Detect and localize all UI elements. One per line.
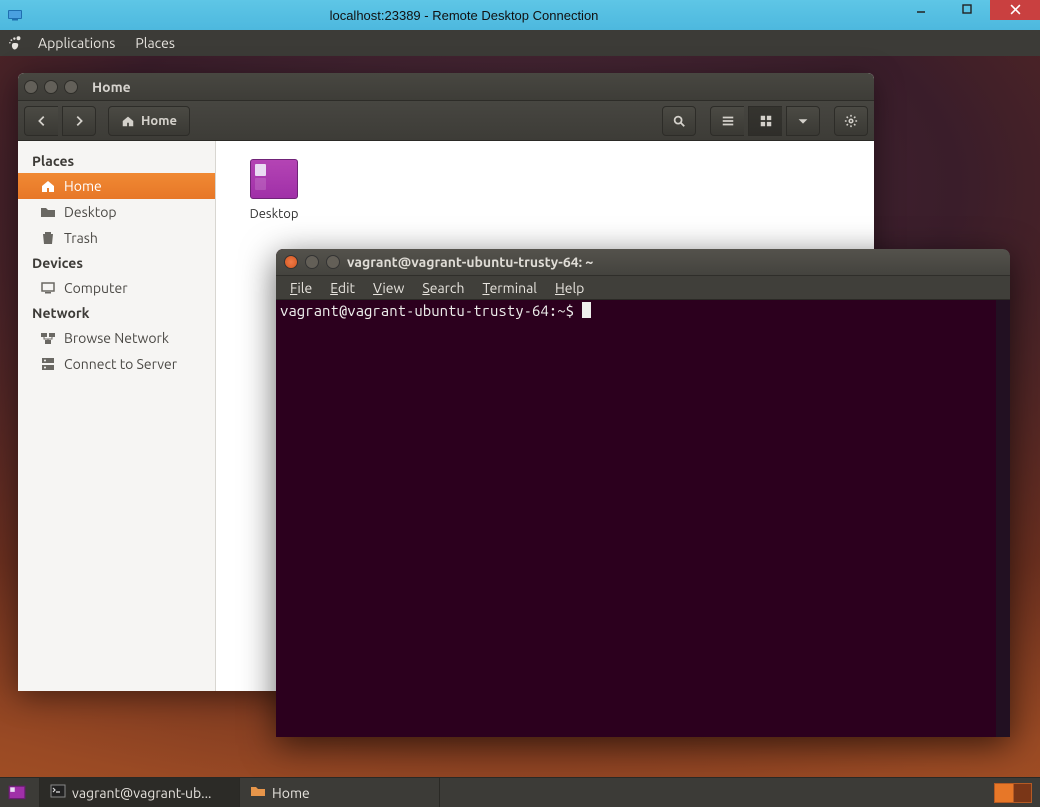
terminal-window-title: vagrant@vagrant-ubuntu-trusty-64: ~ xyxy=(347,254,593,270)
workspace-switcher[interactable] xyxy=(994,783,1032,803)
terminal-menu-help[interactable]: Help xyxy=(547,278,592,298)
rdp-app-icon xyxy=(0,7,30,23)
folder-icon xyxy=(40,204,56,220)
terminal-task-icon xyxy=(50,783,66,802)
terminal-body[interactable]: vagrant@vagrant-ubuntu-trusty-64:~$ xyxy=(276,300,1010,737)
gnome-top-panel: Applications Places xyxy=(0,30,1040,56)
rdp-maximize-button[interactable] xyxy=(944,0,990,20)
terminal-menu-search[interactable]: Search xyxy=(414,278,472,298)
breadcrumb-home-label: Home xyxy=(141,114,177,128)
view-options-dropdown[interactable] xyxy=(786,106,820,136)
home-icon xyxy=(40,178,56,194)
file-item-label: Desktop xyxy=(234,207,314,221)
terminal-menu-view[interactable]: View xyxy=(365,278,412,298)
panel-task-home[interactable]: Home xyxy=(240,778,440,807)
view-list-button[interactable] xyxy=(710,106,744,136)
terminal-scrollbar[interactable] xyxy=(996,300,1010,737)
sidebar-item-label: Browse Network xyxy=(64,330,169,346)
terminal-menu-terminal[interactable]: Terminal xyxy=(474,278,545,298)
nautilus-sidebar: Places Home Desktop Trash Devices Comput… xyxy=(18,141,216,691)
rdp-titlebar: localhost:23389 - Remote Desktop Connect… xyxy=(0,0,1040,30)
sidebar-item-label: Trash xyxy=(64,230,98,246)
nautilus-close-button[interactable] xyxy=(24,80,38,94)
gnome-logo-icon[interactable] xyxy=(6,34,24,52)
terminal-close-button[interactable] xyxy=(284,255,298,269)
settings-gear-button[interactable] xyxy=(834,106,868,136)
terminal-window: vagrant@vagrant-ubuntu-trusty-64: ~ File… xyxy=(276,249,1010,737)
sidebar-item-label: Home xyxy=(64,178,102,194)
terminal-menu-edit[interactable]: Edit xyxy=(322,278,363,298)
sidebar-item-label: Connect to Server xyxy=(64,356,177,372)
trash-icon xyxy=(40,230,56,246)
computer-icon xyxy=(40,280,56,296)
gnome-menu-applications[interactable]: Applications xyxy=(28,30,125,56)
server-icon xyxy=(40,356,56,372)
nautilus-minimize-button[interactable] xyxy=(44,80,58,94)
nautilus-titlebar[interactable]: Home xyxy=(18,73,874,101)
panel-task-label: vagrant@vagrant-ub... xyxy=(72,785,211,801)
sidebar-item-label: Desktop xyxy=(64,204,117,220)
workspace-1[interactable] xyxy=(995,784,1014,802)
view-grid-button[interactable] xyxy=(748,106,782,136)
desktop-folder-icon xyxy=(250,159,298,199)
folder-task-icon xyxy=(250,783,266,802)
sidebar-item-label: Computer xyxy=(64,280,128,296)
nautilus-maximize-button[interactable] xyxy=(64,80,78,94)
sidebar-item-home[interactable]: Home xyxy=(18,173,215,199)
sidebar-item-desktop[interactable]: Desktop xyxy=(18,199,215,225)
panel-task-label: Home xyxy=(272,785,310,801)
sidebar-item-connect-server[interactable]: Connect to Server xyxy=(18,351,215,377)
sidebar-heading-places: Places xyxy=(18,149,215,173)
network-icon xyxy=(40,330,56,346)
search-button[interactable] xyxy=(662,106,696,136)
panel-show-desktop[interactable] xyxy=(0,778,40,807)
gnome-bottom-panel: vagrant@vagrant-ub... Home xyxy=(0,777,1040,807)
sidebar-heading-devices: Devices xyxy=(18,251,215,275)
terminal-menu-file[interactable]: File xyxy=(282,278,320,298)
gnome-menu-places[interactable]: Places xyxy=(125,30,185,56)
panel-task-terminal[interactable]: vagrant@vagrant-ub... xyxy=(40,778,240,807)
nautilus-window-title: Home xyxy=(92,79,131,95)
terminal-cursor xyxy=(582,302,591,318)
sidebar-item-browse-network[interactable]: Browse Network xyxy=(18,325,215,351)
nav-back-button[interactable] xyxy=(24,106,58,136)
rdp-minimize-button[interactable] xyxy=(898,0,944,20)
nav-forward-button[interactable] xyxy=(62,106,96,136)
nautilus-toolbar: Home xyxy=(18,101,874,141)
file-item-desktop[interactable]: Desktop xyxy=(234,159,314,221)
breadcrumb-home[interactable]: Home xyxy=(108,106,190,136)
remote-desktop-area: Applications Places Home Home xyxy=(0,30,1040,807)
sidebar-item-computer[interactable]: Computer xyxy=(18,275,215,301)
terminal-titlebar[interactable]: vagrant@vagrant-ubuntu-trusty-64: ~ xyxy=(276,249,1010,276)
rdp-close-button[interactable] xyxy=(990,0,1040,20)
sidebar-heading-network: Network xyxy=(18,301,215,325)
sidebar-item-trash[interactable]: Trash xyxy=(18,225,215,251)
terminal-minimize-button[interactable] xyxy=(305,255,319,269)
terminal-menubar: File Edit View Search Terminal Help xyxy=(276,276,1010,300)
terminal-maximize-button[interactable] xyxy=(326,255,340,269)
workspace-2[interactable] xyxy=(1014,784,1032,802)
rdp-window-title: localhost:23389 - Remote Desktop Connect… xyxy=(30,8,898,23)
terminal-prompt: vagrant@vagrant-ubuntu-trusty-64:~$ xyxy=(280,302,582,319)
